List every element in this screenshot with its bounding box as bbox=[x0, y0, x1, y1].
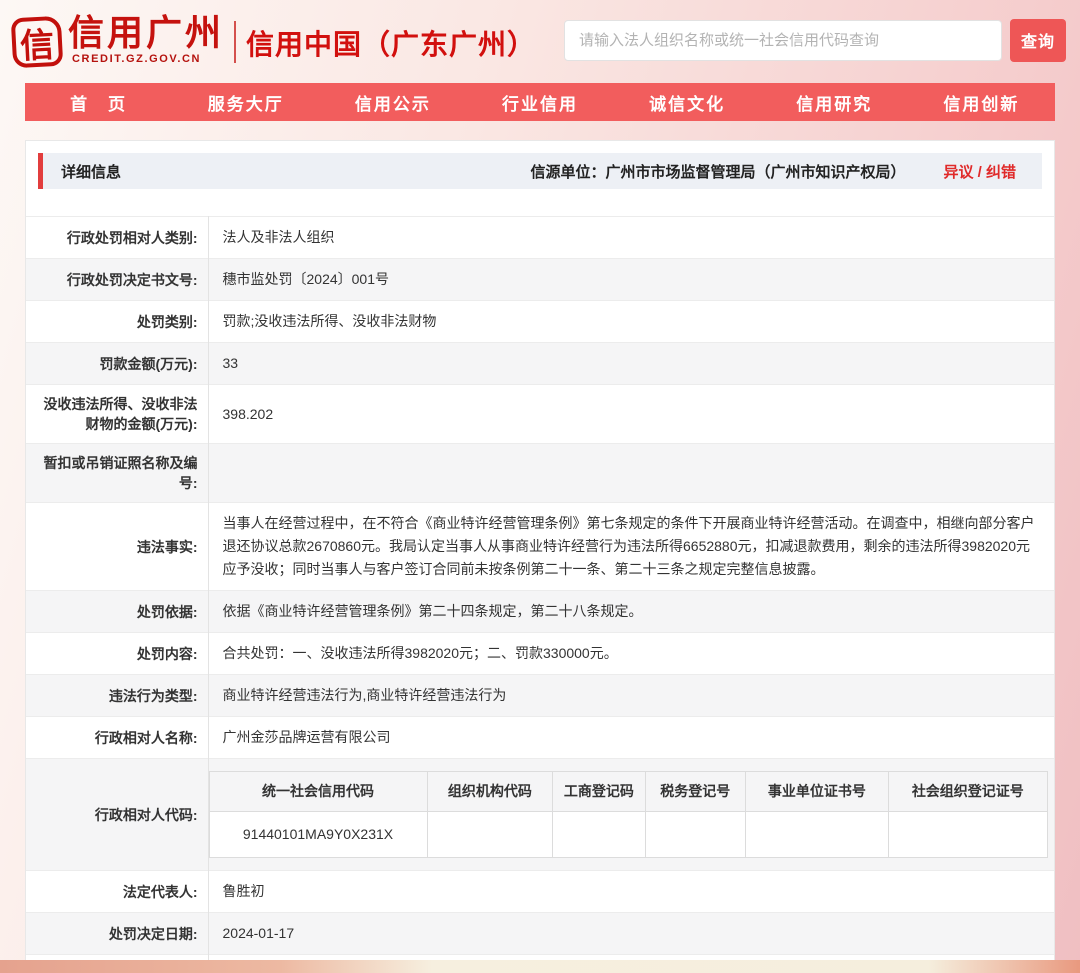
field-value: 398.202 bbox=[208, 385, 1054, 444]
table-row: 罚款金额(万元): 33 bbox=[26, 343, 1054, 385]
main-nav: 首 页 服务大厅 信用公示 行业信用 诚信文化 信用研究 信用创新 bbox=[25, 83, 1055, 121]
seal-character: 信 bbox=[19, 17, 56, 68]
search-bar: 查询 bbox=[564, 19, 1066, 62]
field-label: 罚款金额(万元): bbox=[26, 343, 208, 385]
table-row: 违法事实: 当事人在经营过程中，在不符合《商业特许经营管理条例》第七条规定的条件… bbox=[26, 503, 1054, 591]
field-label: 违法行为类型: bbox=[26, 675, 208, 717]
site-domain: CREDIT.GZ.GOV.CN bbox=[72, 53, 224, 65]
nav-item-integrity-culture[interactable]: 诚信文化 bbox=[614, 83, 761, 121]
table-row: 处罚类别: 罚款;没收违法所得、没收非法财物 bbox=[26, 301, 1054, 343]
field-value bbox=[208, 444, 1054, 503]
field-value: 33 bbox=[208, 343, 1054, 385]
field-label: 行政相对人名称: bbox=[26, 717, 208, 759]
code-col-header: 组织机构代码 bbox=[427, 772, 553, 812]
penalty-info-table: 行政处罚相对人类别: 法人及非法人组织 行政处罚决定书文号: 穗市监处罚〔202… bbox=[26, 216, 1054, 962]
source-unit-label: 信源单位：广州市市场监督管理局（广州市知识产权局） bbox=[530, 161, 905, 182]
table-row: 行政相对人名称: 广州金莎品牌运营有限公司 bbox=[26, 717, 1054, 759]
field-label: 行政相对人代码: bbox=[26, 759, 208, 871]
field-label: 处罚决定日期: bbox=[26, 913, 208, 955]
code-empty-cell bbox=[888, 812, 1047, 858]
search-button[interactable]: 查询 bbox=[1010, 19, 1066, 62]
entity-code-table: 统一社会信用代码 组织机构代码 工商登记码 税务登记号 事业单位证书号 社会组织… bbox=[209, 771, 1049, 858]
field-value: 鲁胜初 bbox=[208, 871, 1054, 913]
page-title: 详细信息 bbox=[61, 161, 121, 182]
code-empty-cell bbox=[746, 812, 889, 858]
search-input[interactable] bbox=[564, 20, 1002, 61]
field-label: 处罚内容: bbox=[26, 633, 208, 675]
field-value: 广州金莎品牌运营有限公司 bbox=[208, 717, 1054, 759]
table-row: 暂扣或吊销证照名称及编号: bbox=[26, 444, 1054, 503]
code-empty-cell bbox=[553, 812, 645, 858]
code-col-header: 工商登记码 bbox=[553, 772, 645, 812]
field-value: 穗市监处罚〔2024〕001号 bbox=[208, 259, 1054, 301]
field-label: 行政处罚相对人类别: bbox=[26, 217, 208, 259]
code-value-cell: 91440101MA9Y0X231X bbox=[209, 812, 427, 858]
nav-item-industry-credit[interactable]: 行业信用 bbox=[466, 83, 613, 121]
field-value: 商业特许经营违法行为,商业特许经营违法行为 bbox=[208, 675, 1054, 717]
nav-item-credit-publicity[interactable]: 信用公示 bbox=[319, 83, 466, 121]
field-label: 处罚类别: bbox=[26, 301, 208, 343]
field-value: 当事人在经营过程中，在不符合《商业特许经营管理条例》第七条规定的条件下开展商业特… bbox=[208, 503, 1054, 591]
logo-text: 信用广州 CREDIT.GZ.GOV.CN bbox=[68, 13, 224, 65]
code-col-header: 事业单位证书号 bbox=[746, 772, 889, 812]
site-header: 信 信用广州 CREDIT.GZ.GOV.CN 信用中国（广东广州） 查询 bbox=[0, 0, 1080, 80]
code-col-header: 社会组织登记证号 bbox=[888, 772, 1047, 812]
portal-title: 信用中国（广东广州） bbox=[246, 23, 536, 63]
code-col-header: 统一社会信用代码 bbox=[209, 772, 427, 812]
table-row: 行政处罚相对人类别: 法人及非法人组织 bbox=[26, 217, 1054, 259]
detail-header: 详细信息 信源单位：广州市市场监督管理局（广州市知识产权局） 异议 / 纠错 bbox=[38, 153, 1042, 189]
table-row: 处罚决定日期: 2024-01-17 bbox=[26, 913, 1054, 955]
table-row: 行政处罚决定书文号: 穗市监处罚〔2024〕001号 bbox=[26, 259, 1054, 301]
site-name: 信用广州 bbox=[68, 13, 224, 53]
field-label: 处罚依据: bbox=[26, 591, 208, 633]
field-label: 违法事实: bbox=[26, 503, 208, 591]
field-label: 暂扣或吊销证照名称及编号: bbox=[26, 444, 208, 503]
table-row: 法定代表人: 鲁胜初 bbox=[26, 871, 1054, 913]
code-value-row: 91440101MA9Y0X231X bbox=[209, 812, 1048, 858]
field-value: 罚款;没收违法所得、没收非法财物 bbox=[208, 301, 1054, 343]
logo-divider bbox=[234, 21, 236, 63]
field-label: 法定代表人: bbox=[26, 871, 208, 913]
field-label: 行政处罚决定书文号: bbox=[26, 259, 208, 301]
table-row: 违法行为类型: 商业特许经营违法行为,商业特许经营违法行为 bbox=[26, 675, 1054, 717]
code-empty-cell bbox=[645, 812, 746, 858]
nav-item-service-hall[interactable]: 服务大厅 bbox=[172, 83, 319, 121]
detail-card: 详细信息 信源单位：广州市市场监督管理局（广州市知识产权局） 异议 / 纠错 行… bbox=[25, 140, 1055, 962]
field-value: 统一社会信用代码 组织机构代码 工商登记码 税务登记号 事业单位证书号 社会组织… bbox=[208, 759, 1054, 871]
code-header-row: 统一社会信用代码 组织机构代码 工商登记码 税务登记号 事业单位证书号 社会组织… bbox=[209, 772, 1048, 812]
site-logo[interactable]: 信 信用广州 CREDIT.GZ.GOV.CN 信用中国（广东广州） bbox=[12, 13, 536, 67]
field-value: 法人及非法人组织 bbox=[208, 217, 1054, 259]
field-label: 没收违法所得、没收非法财物的金额(万元): bbox=[26, 385, 208, 444]
field-value: 依据《商业特许经营管理条例》第二十四条规定，第二十八条规定。 bbox=[208, 591, 1054, 633]
code-empty-cell bbox=[427, 812, 553, 858]
table-row: 没收违法所得、没收非法财物的金额(万元): 398.202 bbox=[26, 385, 1054, 444]
background-wave bbox=[0, 960, 1080, 973]
nav-item-credit-research[interactable]: 信用研究 bbox=[761, 83, 908, 121]
nav-item-credit-innovation[interactable]: 信用创新 bbox=[908, 83, 1055, 121]
field-value: 2024-01-17 bbox=[208, 913, 1054, 955]
table-row-entity-codes: 行政相对人代码: 统一社会信用代码 组织机构代码 工商登记码 税务登记号 事业单… bbox=[26, 759, 1054, 871]
nav-item-home[interactable]: 首 页 bbox=[25, 83, 172, 121]
accent-bar bbox=[38, 153, 43, 189]
table-row: 处罚内容: 合共处罚：一、没收违法所得3982020元；二、罚款330000元。 bbox=[26, 633, 1054, 675]
dispute-correction-link[interactable]: 异议 / 纠错 bbox=[943, 161, 1016, 182]
field-value: 合共处罚：一、没收违法所得3982020元；二、罚款330000元。 bbox=[208, 633, 1054, 675]
code-col-header: 税务登记号 bbox=[645, 772, 746, 812]
seal-logo-icon: 信 bbox=[11, 16, 64, 69]
table-row: 处罚依据: 依据《商业特许经营管理条例》第二十四条规定，第二十八条规定。 bbox=[26, 591, 1054, 633]
